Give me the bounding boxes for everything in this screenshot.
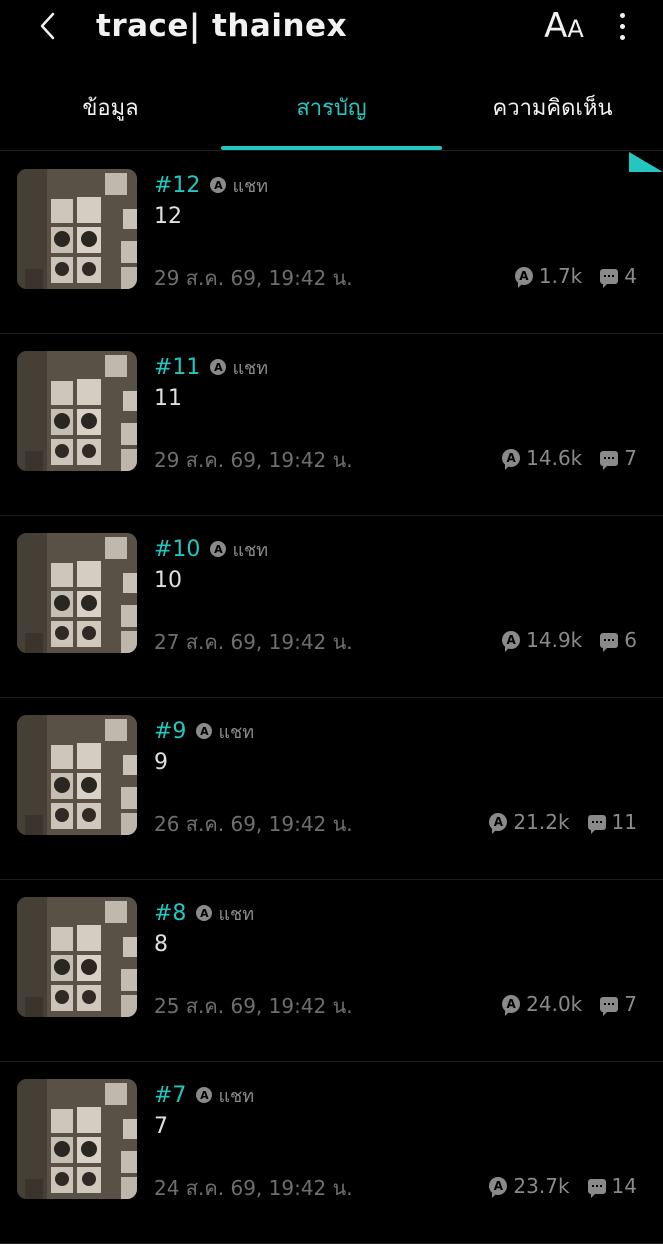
chapter-title: 9 <box>154 750 168 775</box>
chapter-meta-line: #12 A แชท <box>154 170 268 200</box>
chapter-row[interactable]: #10 A แชท 10 27 ส.ค. 69, 19:42 น. A 14.9… <box>0 516 663 698</box>
thumbnail-image <box>17 169 137 289</box>
comment-icon <box>600 632 619 652</box>
chat-type-icon: A <box>196 905 213 921</box>
font-size-icon-small: A <box>567 15 584 43</box>
chapter-thumbnail <box>17 169 137 289</box>
chapter-list: #12 A แชท 12 29 ส.ค. 69, 19:42 น. A 1.7k… <box>0 152 663 1244</box>
thumbnail-image <box>17 1079 137 1199</box>
comment-icon <box>587 1178 606 1198</box>
tab-bar: ข้อมูล สารบัญ ความคิดเห็น <box>0 72 663 151</box>
chapter-meta-line: #7 A แชท <box>154 1080 254 1110</box>
view-count: 23.7k <box>513 1174 570 1198</box>
chapter-thumbnail <box>17 1079 137 1199</box>
chapter-stats: A 24.0k 7 <box>502 990 637 1018</box>
chapter-stats: A 21.2k 11 <box>489 808 637 836</box>
comment-count: 4 <box>624 264 637 288</box>
chevron-left-icon <box>40 12 55 40</box>
active-tab-indicator <box>221 146 442 150</box>
chapter-title: 11 <box>154 386 182 411</box>
views-icon: A <box>502 995 521 1016</box>
comment-icon <box>600 450 619 470</box>
comment-icon <box>587 814 606 834</box>
chapter-date: 27 ส.ค. 69, 19:42 น. <box>154 630 353 654</box>
chapter-thumbnail <box>17 351 137 471</box>
comment-count: 7 <box>624 446 637 470</box>
chat-type-icon: A <box>210 177 227 193</box>
top-app-bar: trace| thainex A A <box>0 0 663 60</box>
chat-type-icon: A <box>210 359 227 375</box>
chapter-stats: A 14.9k 6 <box>502 626 637 654</box>
view-count: 21.2k <box>513 810 570 834</box>
thumbnail-image <box>17 351 137 471</box>
chapter-row[interactable]: #7 A แชท 7 24 ส.ค. 69, 19:42 น. A 23.7k … <box>0 1062 663 1244</box>
more-options-button[interactable] <box>606 6 638 46</box>
chapter-title: 8 <box>154 932 168 957</box>
chapter-date: 29 ส.ค. 69, 19:42 น. <box>154 448 353 472</box>
tab-info[interactable]: ข้อมูล <box>0 72 221 150</box>
chapter-stats: A 1.7k 4 <box>514 262 637 290</box>
chapter-meta-line: #8 A แชท <box>154 898 254 928</box>
comment-icon <box>600 996 619 1016</box>
thumbnail-image <box>17 715 137 835</box>
chapter-stats: A 23.7k 14 <box>489 1172 637 1200</box>
chapter-row[interactable]: #9 A แชท 9 26 ส.ค. 69, 19:42 น. A 21.2k … <box>0 698 663 880</box>
chapter-date: 25 ส.ค. 69, 19:42 น. <box>154 994 353 1018</box>
thumbnail-image <box>17 533 137 653</box>
chapter-row[interactable]: #8 A แชท 8 25 ส.ค. 69, 19:42 น. A 24.0k … <box>0 880 663 1062</box>
views-icon: A <box>502 449 521 470</box>
chapter-thumbnail <box>17 533 137 653</box>
chapter-type-label: แชท <box>232 539 269 561</box>
thumbnail-image <box>17 897 137 1017</box>
chapter-number: #9 <box>154 718 187 744</box>
view-count: 24.0k <box>526 992 583 1016</box>
views-icon: A <box>502 631 521 652</box>
view-count: 14.9k <box>526 628 583 652</box>
chapter-type-label: แชท <box>218 903 255 925</box>
chapter-date: 24 ส.ค. 69, 19:42 น. <box>154 1176 353 1200</box>
chapter-number: #11 <box>154 354 201 380</box>
chapter-row[interactable]: #12 A แชท 12 29 ส.ค. 69, 19:42 น. A 1.7k… <box>0 152 663 334</box>
chapter-number: #12 <box>154 172 201 198</box>
story-title: trace| thainex <box>96 8 348 44</box>
chapter-meta-line: #11 A แชท <box>154 352 268 382</box>
comment-count: 7 <box>624 992 637 1016</box>
chapter-number: #8 <box>154 900 187 926</box>
chapter-meta-line: #10 A แชท <box>154 534 268 564</box>
back-button[interactable] <box>28 6 68 46</box>
comment-count: 6 <box>624 628 637 652</box>
chapter-thumbnail <box>17 897 137 1017</box>
comment-count: 11 <box>611 810 637 834</box>
comment-icon <box>600 268 619 288</box>
tab-contents[interactable]: สารบัญ <box>221 72 442 150</box>
chapter-title: 7 <box>154 1114 168 1139</box>
chapter-number: #7 <box>154 1082 187 1108</box>
more-vertical-icon <box>619 12 625 18</box>
font-size-icon-large: A <box>544 6 568 46</box>
chapter-thumbnail <box>17 715 137 835</box>
chat-type-icon: A <box>196 1087 213 1103</box>
chapter-type-label: แชท <box>232 357 269 379</box>
chapter-type-label: แชท <box>232 175 269 197</box>
views-icon: A <box>489 1177 508 1198</box>
chapter-date: 29 ส.ค. 69, 19:42 น. <box>154 266 353 290</box>
chapter-row[interactable]: #11 A แชท 11 29 ส.ค. 69, 19:42 น. A 14.6… <box>0 334 663 516</box>
chapter-meta-line: #9 A แชท <box>154 716 254 746</box>
views-icon: A <box>489 813 508 834</box>
chapter-type-label: แชท <box>218 721 255 743</box>
font-size-button[interactable]: A A <box>540 6 588 46</box>
chapter-title: 12 <box>154 204 182 229</box>
views-icon: A <box>514 267 533 288</box>
chapter-date: 26 ส.ค. 69, 19:42 น. <box>154 812 353 836</box>
view-count: 14.6k <box>526 446 583 470</box>
chat-type-icon: A <box>196 723 213 739</box>
chat-type-icon: A <box>210 541 227 557</box>
chapter-title: 10 <box>154 568 182 593</box>
view-count: 1.7k <box>538 264 583 288</box>
comment-count: 14 <box>611 1174 637 1198</box>
tab-comments[interactable]: ความคิดเห็น <box>442 72 663 150</box>
chapter-stats: A 14.6k 7 <box>502 444 637 472</box>
chapter-number: #10 <box>154 536 201 562</box>
chapter-type-label: แชท <box>218 1085 255 1107</box>
